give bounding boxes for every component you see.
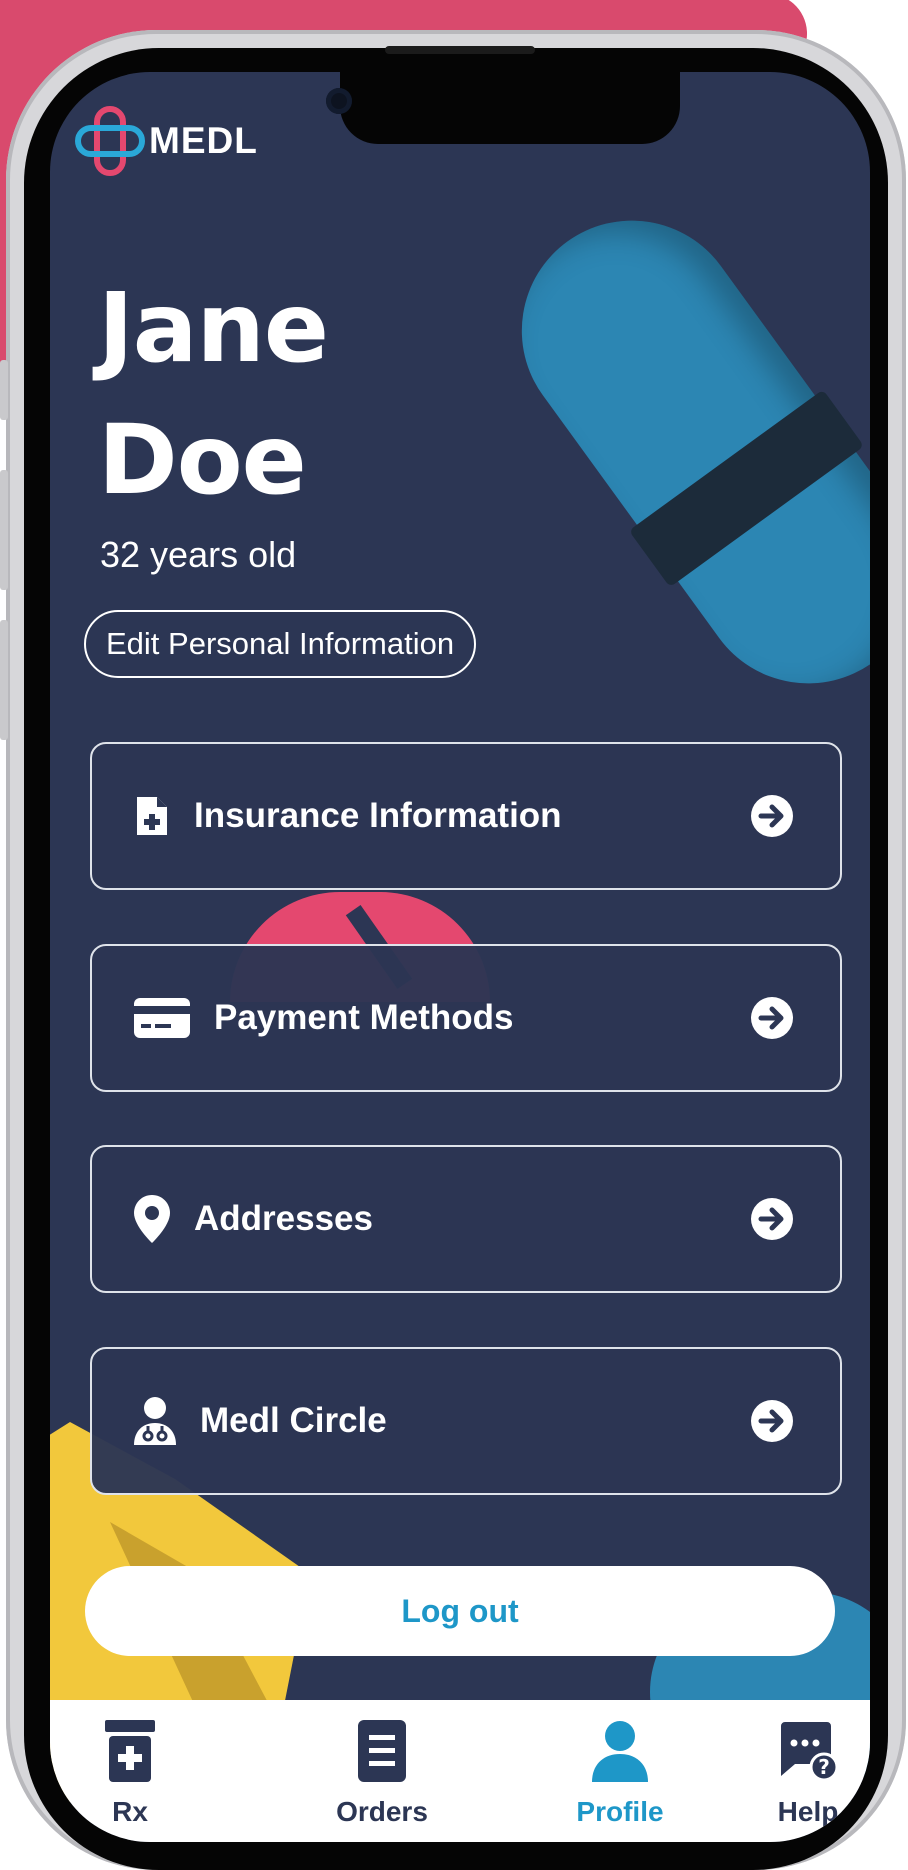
tab-label: Help [777,1796,839,1827]
menu-item-label: Payment Methods [214,998,514,1037]
user-icon [591,1718,649,1784]
prescription-bottle-icon [105,1718,155,1784]
app-logo: MEDL [75,105,258,177]
first-name: Jane [98,272,329,384]
tab-profile[interactable]: Profile [540,1718,700,1828]
clipboard-list-icon [358,1718,406,1784]
map-pin-icon [132,1195,172,1243]
credit-card-icon [132,996,192,1040]
volume-up-button [0,470,8,590]
tab-label: Profile [576,1796,664,1827]
pill-band [628,389,865,588]
menu-item-medl-circle[interactable]: Medl Circle [90,1347,842,1495]
bottom-tab-bar: Rx Orders Profile ? Help [50,1700,870,1842]
menu-item-label: Medl Circle [200,1401,387,1440]
last-name: Doe [98,404,307,516]
front-camera [326,88,352,114]
medl-logo-icon [75,106,145,176]
menu-item-label: Insurance Information [194,796,562,835]
mute-switch [0,360,8,420]
menu-item-insurance[interactable]: Insurance Information [90,742,842,890]
logo-text: MEDL [149,120,258,161]
file-medical-icon [132,794,172,838]
menu-item-addresses[interactable]: Addresses [90,1145,842,1293]
logout-button[interactable]: Log out [85,1566,835,1656]
volume-down-button [0,620,8,740]
menu-item-payment[interactable]: Payment Methods [90,944,842,1092]
svg-text:?: ? [818,1755,830,1779]
user-doctor-icon [132,1397,178,1445]
speaker [385,46,535,54]
edit-personal-info-button[interactable]: Edit Personal Information [84,610,477,678]
tab-help[interactable]: ? Help [728,1718,870,1828]
menu-item-label: Addresses [194,1199,373,1238]
chat-help-icon: ? [777,1718,839,1784]
profile-name: Jane Doe [98,262,329,526]
tab-rx[interactable]: Rx [50,1718,210,1828]
app-screen: MEDL Jane Doe 32 years old Edit Personal… [50,72,870,1842]
arrow-right-icon [751,795,793,837]
arrow-right-icon [751,1198,793,1240]
tab-label: Orders [336,1796,428,1827]
profile-age: 32 years old [100,534,297,575]
decorative-blue-pill [478,176,870,728]
tab-orders[interactable]: Orders [302,1718,462,1828]
arrow-right-icon [751,1400,793,1442]
notch [340,72,680,144]
arrow-right-icon [751,997,793,1039]
tab-label: Rx [112,1796,148,1827]
